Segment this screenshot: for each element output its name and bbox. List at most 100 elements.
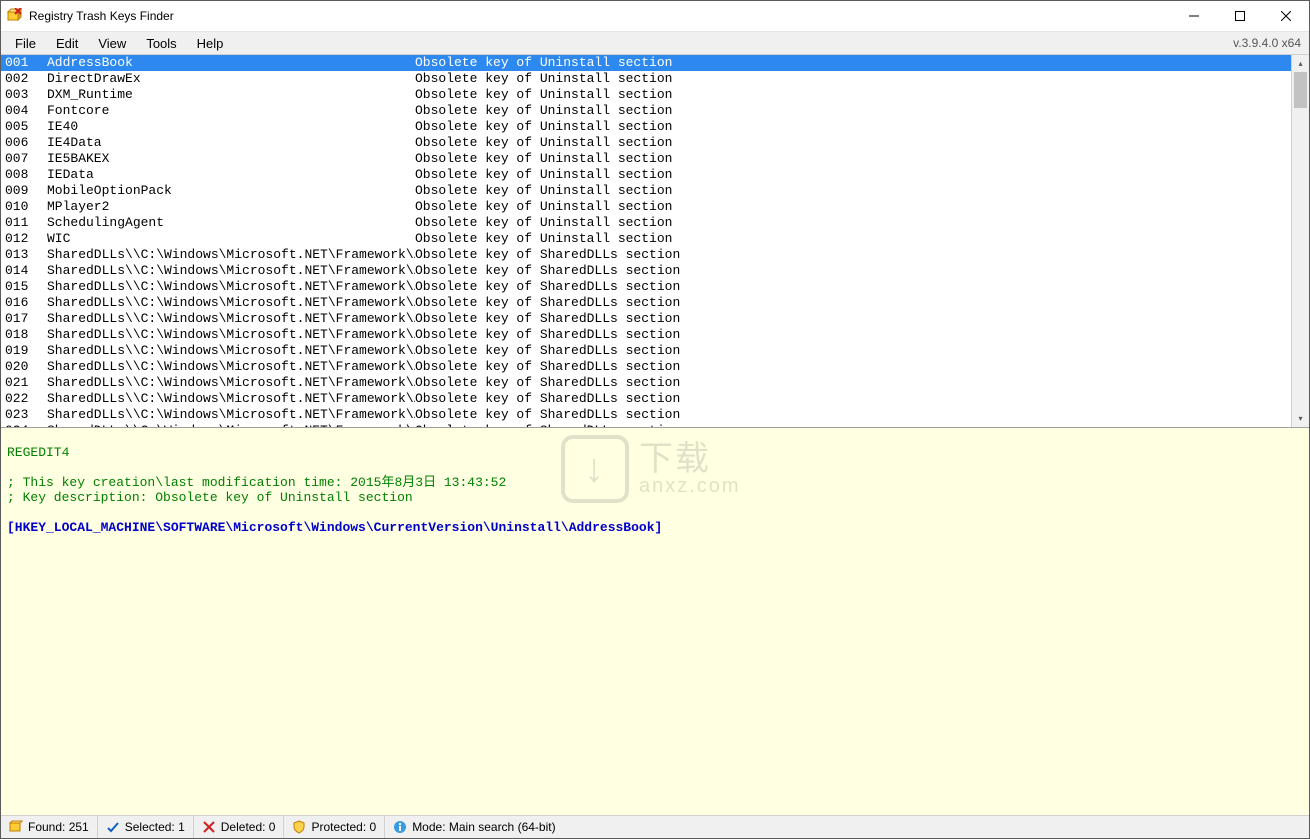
row-name: SharedDLLs\\C:\Windows\Microsoft.NET\Fra… [47,327,415,343]
scroll-track[interactable] [1292,72,1309,410]
row-index: 006 [5,135,47,151]
details-panel: REGEDIT4 ; This key creation\last modifi… [1,428,1309,815]
row-index: 004 [5,103,47,119]
row-index: 013 [5,247,47,263]
close-button[interactable] [1263,1,1309,31]
row-index: 015 [5,279,47,295]
row-name: SharedDLLs\\C:\Windows\Microsoft.NET\Fra… [47,407,415,423]
row-description: Obsolete key of Uninstall section [415,71,1291,87]
vertical-scrollbar[interactable]: ▴ ▾ [1291,55,1309,427]
row-name: Fontcore [47,103,415,119]
list-row[interactable]: 019SharedDLLs\\C:\Windows\Microsoft.NET\… [1,343,1291,359]
row-index: 003 [5,87,47,103]
row-index: 019 [5,343,47,359]
list-row[interactable]: 023SharedDLLs\\C:\Windows\Microsoft.NET\… [1,407,1291,423]
status-protected: Protected: 0 [284,816,385,838]
list-row[interactable]: 008IEDataObsolete key of Uninstall secti… [1,167,1291,183]
scroll-up-button[interactable]: ▴ [1292,55,1309,72]
list-row[interactable]: 002DirectDrawExObsolete key of Uninstall… [1,71,1291,87]
status-selected-label: Selected: 1 [125,820,185,834]
row-description: Obsolete key of Uninstall section [415,151,1291,167]
row-description: Obsolete key of SharedDLLs section [415,423,1291,427]
row-description: Obsolete key of SharedDLLs section [415,295,1291,311]
row-description: Obsolete key of SharedDLLs section [415,375,1291,391]
menubar: File Edit View Tools Help v.3.9.4.0 x64 [1,32,1309,55]
list-row[interactable]: 018SharedDLLs\\C:\Windows\Microsoft.NET\… [1,327,1291,343]
row-index: 009 [5,183,47,199]
row-index: 022 [5,391,47,407]
row-name: SharedDLLs\\C:\Windows\Microsoft.NET\Fra… [47,375,415,391]
row-index: 020 [5,359,47,375]
row-description: Obsolete key of Uninstall section [415,231,1291,247]
row-name: AddressBook [47,55,415,71]
statusbar: Found: 251 Selected: 1 Deleted: 0 Protec… [1,815,1309,838]
row-index: 023 [5,407,47,423]
row-description: Obsolete key of Uninstall section [415,87,1291,103]
window-controls [1171,1,1309,31]
row-name: SharedDLLs\\C:\Windows\Microsoft.NET\Fra… [47,423,415,427]
list-row[interactable]: 024SharedDLLs\\C:\Windows\Microsoft.NET\… [1,423,1291,427]
app-icon [7,8,23,24]
row-name: SharedDLLs\\C:\Windows\Microsoft.NET\Fra… [47,359,415,375]
list-row[interactable]: 013SharedDLLs\\C:\Windows\Microsoft.NET\… [1,247,1291,263]
delete-icon [202,820,216,834]
status-mode-label: Mode: Main search (64-bit) [412,820,555,834]
menu-file[interactable]: File [5,34,46,53]
menu-edit[interactable]: Edit [46,34,88,53]
detail-header: REGEDIT4 [7,445,69,460]
list-row[interactable]: 003DXM_RuntimeObsolete key of Uninstall … [1,87,1291,103]
menu-view[interactable]: View [88,34,136,53]
list-row[interactable]: 009MobileOptionPackObsolete key of Unins… [1,183,1291,199]
status-found: Found: 251 [1,816,98,838]
row-index: 002 [5,71,47,87]
list-row[interactable]: 010MPlayer2Obsolete key of Uninstall sec… [1,199,1291,215]
list-row[interactable]: 006IE4DataObsolete key of Uninstall sect… [1,135,1291,151]
row-description: Obsolete key of SharedDLLs section [415,343,1291,359]
list-row[interactable]: 007IE5BAKEXObsolete key of Uninstall sec… [1,151,1291,167]
row-description: Obsolete key of SharedDLLs section [415,391,1291,407]
list-row[interactable]: 005IE40Obsolete key of Uninstall section [1,119,1291,135]
minimize-button[interactable] [1171,1,1217,31]
row-name: SharedDLLs\\C:\Windows\Microsoft.NET\Fra… [47,391,415,407]
row-name: SharedDLLs\\C:\Windows\Microsoft.NET\Fra… [47,247,415,263]
list-row[interactable]: 017SharedDLLs\\C:\Windows\Microsoft.NET\… [1,311,1291,327]
scroll-thumb[interactable] [1294,72,1307,108]
list-row[interactable]: 001AddressBookObsolete key of Uninstall … [1,55,1291,71]
results-list[interactable]: 001AddressBookObsolete key of Uninstall … [1,55,1291,427]
list-row[interactable]: 022SharedDLLs\\C:\Windows\Microsoft.NET\… [1,391,1291,407]
list-row[interactable]: 021SharedDLLs\\C:\Windows\Microsoft.NET\… [1,375,1291,391]
scroll-down-button[interactable]: ▾ [1292,410,1309,427]
row-index: 016 [5,295,47,311]
list-row[interactable]: 012WICObsolete key of Uninstall section [1,231,1291,247]
row-description: Obsolete key of Uninstall section [415,167,1291,183]
list-row[interactable]: 014SharedDLLs\\C:\Windows\Microsoft.NET\… [1,263,1291,279]
row-index: 024 [5,423,47,427]
list-row[interactable]: 020SharedDLLs\\C:\Windows\Microsoft.NET\… [1,359,1291,375]
list-row[interactable]: 016SharedDLLs\\C:\Windows\Microsoft.NET\… [1,295,1291,311]
row-description: Obsolete key of SharedDLLs section [415,247,1291,263]
row-description: Obsolete key of SharedDLLs section [415,279,1291,295]
window-title: Registry Trash Keys Finder [29,9,1171,23]
maximize-button[interactable] [1217,1,1263,31]
row-name: SharedDLLs\\C:\Windows\Microsoft.NET\Fra… [47,295,415,311]
row-description: Obsolete key of Uninstall section [415,215,1291,231]
row-description: Obsolete key of SharedDLLs section [415,407,1291,423]
row-index: 005 [5,119,47,135]
version-label: v.3.9.4.0 x64 [1233,36,1309,50]
menu-tools[interactable]: Tools [136,34,186,53]
detail-key-path: [HKEY_LOCAL_MACHINE\SOFTWARE\Microsoft\W… [7,520,662,535]
row-description: Obsolete key of SharedDLLs section [415,311,1291,327]
menu-help[interactable]: Help [187,34,234,53]
list-row[interactable]: 004FontcoreObsolete key of Uninstall sec… [1,103,1291,119]
row-name: IE40 [47,119,415,135]
row-name: SharedDLLs\\C:\Windows\Microsoft.NET\Fra… [47,263,415,279]
row-index: 021 [5,375,47,391]
row-index: 001 [5,55,47,71]
content-area: 001AddressBookObsolete key of Uninstall … [1,55,1309,815]
list-row[interactable]: 011SchedulingAgentObsolete key of Uninst… [1,215,1291,231]
status-protected-label: Protected: 0 [311,820,376,834]
row-index: 012 [5,231,47,247]
status-mode: Mode: Main search (64-bit) [385,816,563,838]
list-row[interactable]: 015SharedDLLs\\C:\Windows\Microsoft.NET\… [1,279,1291,295]
shield-icon [292,820,306,834]
